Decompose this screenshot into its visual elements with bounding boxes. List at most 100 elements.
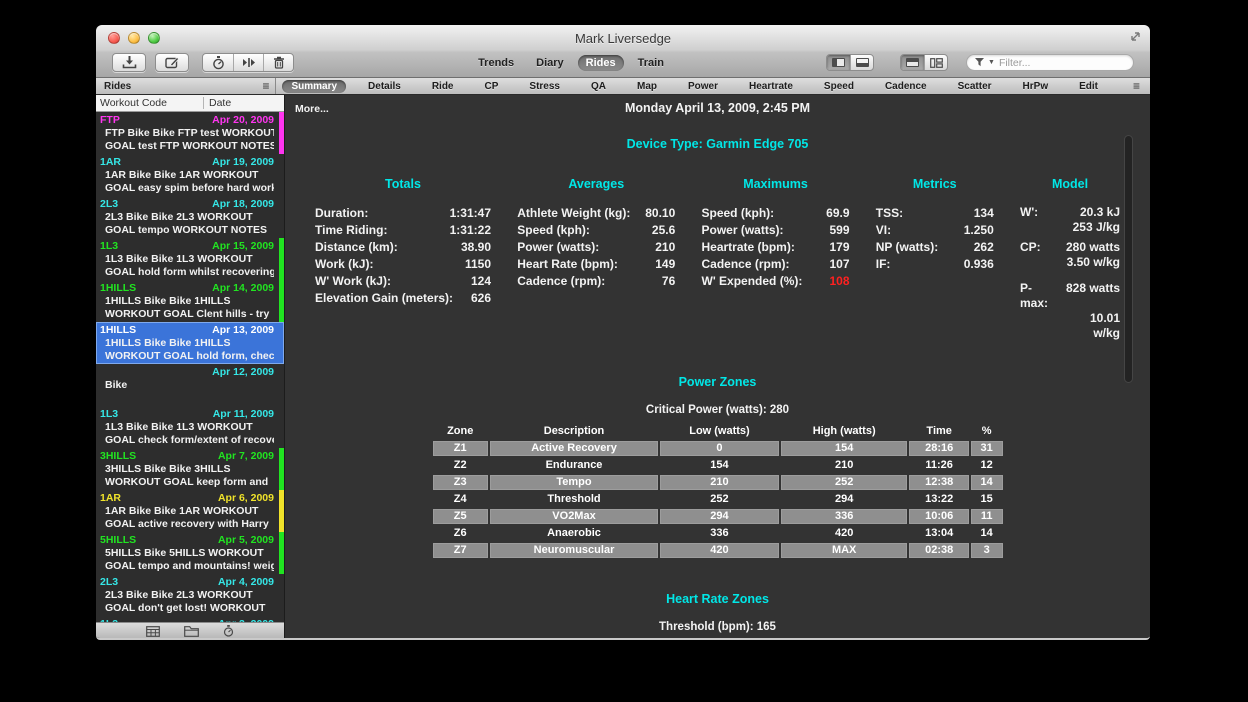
summary-row: Distance (km):38.90: [315, 239, 491, 256]
ride-tab-heartrate[interactable]: Heartrate: [740, 80, 802, 93]
summary-row: W':20.3 kJ: [1020, 205, 1120, 220]
ride-tab-hrpw[interactable]: HrPw: [1014, 80, 1058, 93]
summary-value: 25.6: [652, 222, 675, 239]
ride-workout-code: 2L3: [100, 198, 118, 211]
zone-table-cell: 12: [971, 458, 1003, 473]
summary-column-title: Averages: [517, 177, 675, 191]
ride-tabs-menu-icon[interactable]: ≡: [1133, 81, 1140, 91]
ride-detail-line: GOAL tempo WORKOUT NOTES: [100, 224, 274, 237]
zone-table-cell: Neuromuscular: [490, 543, 658, 558]
lowbar-toggle-button[interactable]: [850, 55, 873, 70]
ride-tab-speed[interactable]: Speed: [815, 80, 863, 93]
stopwatch-small-icon[interactable]: [223, 625, 234, 637]
ride-tab-cp[interactable]: CP: [476, 80, 508, 93]
summary-value: 80.10: [645, 205, 675, 222]
ride-title-line: 1ARApr 19, 2009: [100, 156, 274, 169]
ride-tab-stress[interactable]: Stress: [520, 80, 569, 93]
ride-tab-qa[interactable]: QA: [582, 80, 615, 93]
folder-icon[interactable]: [184, 626, 199, 637]
ride-workout-code: 1L3: [100, 618, 118, 622]
view-tab-diary[interactable]: Diary: [528, 55, 572, 71]
download-button[interactable]: [112, 53, 146, 72]
ride-list-item[interactable]: 1ARApr 6, 20091AR Bike Bike 1AR WORKOUTG…: [96, 490, 284, 532]
filter-input[interactable]: [999, 57, 1114, 69]
ride-tab-summary[interactable]: Summary: [282, 80, 346, 93]
split-button[interactable]: [233, 54, 263, 71]
stopwatch-button[interactable]: [203, 54, 233, 71]
minimize-button[interactable]: [128, 32, 140, 44]
delete-button[interactable]: [263, 54, 293, 71]
summary-value: 1150: [465, 256, 491, 273]
ride-list-item[interactable]: 2L3Apr 18, 20092L3 Bike Bike 2L3 WORKOUT…: [96, 196, 284, 238]
summary-column-model: ModelW':20.3 kJ253 J/kgCP:280 watts3.50 …: [1020, 177, 1120, 341]
zone-table-cell: 294: [781, 492, 908, 507]
ride-tab-map[interactable]: Map: [628, 80, 666, 93]
summary-row: Elevation Gain (meters):626: [315, 290, 491, 307]
column-header-date[interactable]: Date: [204, 97, 231, 109]
fullscreen-icon[interactable]: [1130, 31, 1141, 42]
view-tab-trends[interactable]: Trends: [470, 55, 522, 71]
ride-tab-cadence[interactable]: Cadence: [876, 80, 936, 93]
fullview-toggle-button[interactable]: [901, 55, 924, 70]
ride-title-line: 1L3Apr 11, 2009: [100, 408, 274, 421]
ride-list-item[interactable]: 1L3Apr 15, 20091L3 Bike Bike 1L3 WORKOUT…: [96, 238, 284, 280]
summary-column-title: Model: [1020, 177, 1120, 191]
summary-value: 149: [655, 256, 675, 273]
summary-row: 10.01 w/kg: [1020, 311, 1120, 341]
filter-field[interactable]: ▼: [966, 54, 1134, 71]
ride-list-item[interactable]: 3HILLSApr 7, 20093HILLS Bike Bike 3HILLS…: [96, 448, 284, 490]
zone-table-cell: 28:16: [909, 441, 968, 456]
summary-value: 1:31:47: [450, 205, 491, 222]
tiled-toggle-button[interactable]: [924, 55, 947, 70]
zone-table-cell: Active Recovery: [490, 441, 658, 456]
close-button[interactable]: [108, 32, 120, 44]
summary-row: 3.50 w/kg: [1020, 255, 1120, 270]
view-tab-rides[interactable]: Rides: [578, 55, 624, 71]
ride-list-item[interactable]: 1ARApr 19, 20091AR Bike Bike 1AR WORKOUT…: [96, 154, 284, 196]
ride-detail-line: 1AR Bike Bike 1AR WORKOUT: [100, 169, 274, 182]
ride-list[interactable]: FTPApr 20, 2009FTP Bike Bike FTP test WO…: [96, 112, 284, 622]
ride-list-item[interactable]: 5HILLSApr 5, 20095HILLS Bike 5HILLS WORK…: [96, 532, 284, 574]
view-tab-train[interactable]: Train: [630, 55, 672, 71]
summary-label: VI:: [876, 222, 891, 239]
ride-list-item[interactable]: 1L3 Apr 3, 2009: [96, 616, 284, 622]
column-header-workout-code[interactable]: Workout Code: [96, 97, 204, 109]
zoom-button[interactable]: [148, 32, 160, 44]
ride-list-item[interactable]: 1HILLSApr 13, 20091HILLS Bike Bike 1HILL…: [96, 322, 284, 364]
sidebar-toggle-button[interactable]: [827, 55, 850, 70]
ride-detail-line: GOAL hold form whilst recovering: [100, 266, 274, 279]
rides-sidebar: Workout Code Date FTPApr 20, 2009FTP Bik…: [96, 95, 285, 639]
zone-table-cell: 420: [781, 526, 908, 541]
ride-list-item[interactable]: Apr 12, 2009Bike: [96, 364, 284, 406]
ride-tab-scatter[interactable]: Scatter: [949, 80, 1001, 93]
sidebar-menu-icon[interactable]: ≡: [262, 81, 269, 91]
titlebar[interactable]: Mark Liversedge: [96, 25, 1150, 51]
edit-button[interactable]: [155, 53, 189, 72]
ride-tab-power[interactable]: Power: [679, 80, 727, 93]
vertical-scrollbar[interactable]: [1124, 135, 1133, 383]
more-link[interactable]: More...: [295, 103, 329, 115]
zone-table-cell: Z3: [433, 475, 488, 490]
ride-tab-edit[interactable]: Edit: [1070, 80, 1107, 93]
zone-table-cell: 14: [971, 526, 1003, 541]
summary-column-title: Totals: [315, 177, 491, 191]
ride-date: Apr 3, 2009: [218, 618, 274, 622]
ride-tab-details[interactable]: Details: [359, 80, 410, 93]
zone-table-cell: Anaerobic: [490, 526, 658, 541]
ride-title-line: 1HILLSApr 13, 2009: [100, 324, 274, 337]
summary-label: Work (kJ):: [315, 256, 373, 273]
sidebar-column-headers[interactable]: Workout Code Date: [96, 95, 284, 112]
ride-detail-line: GOAL check form/extent of recovery: [100, 434, 274, 447]
zone-table-cell: 3: [971, 543, 1003, 558]
ride-title-line: 1L3Apr 15, 2009: [100, 240, 274, 253]
ride-list-item[interactable]: 2L3Apr 4, 20092L3 Bike Bike 2L3 WORKOUTG…: [96, 574, 284, 616]
zone-table-header: Zone: [433, 424, 488, 439]
ride-list-item[interactable]: 1HILLSApr 14, 20091HILLS Bike Bike 1HILL…: [96, 280, 284, 322]
summary-label: Speed (kph):: [517, 222, 590, 239]
summary-value: 20.3 kJ: [1080, 205, 1120, 220]
ride-list-item[interactable]: 1L3Apr 11, 20091L3 Bike Bike 1L3 WORKOUT…: [96, 406, 284, 448]
ride-list-item[interactable]: FTPApr 20, 2009FTP Bike Bike FTP test WO…: [96, 112, 284, 154]
calendar-icon[interactable]: [146, 626, 160, 637]
summary-column-maximums: MaximumsSpeed (kph):69.9Power (watts):59…: [702, 177, 850, 341]
ride-tab-ride[interactable]: Ride: [423, 80, 463, 93]
